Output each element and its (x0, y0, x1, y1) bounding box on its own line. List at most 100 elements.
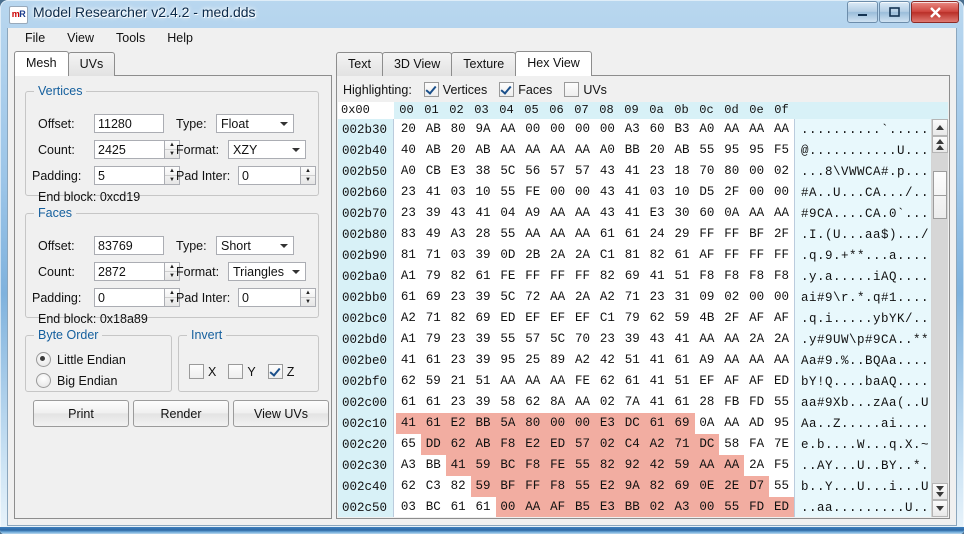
hex-byte[interactable]: FF (545, 266, 570, 287)
hex-byte[interactable]: 2E (719, 476, 744, 497)
menu-file[interactable]: File (14, 29, 56, 48)
hex-byte[interactable]: F5 (769, 140, 794, 161)
faces-padinter-spin-buttons[interactable]: ▲▼ (300, 288, 316, 307)
scrollbar-track[interactable] (932, 153, 948, 483)
hex-byte[interactable]: BB (620, 140, 645, 161)
hex-byte[interactable]: AD (744, 413, 769, 434)
hex-row[interactable]: 41612339952589A242514161A9AAAAAA (394, 350, 794, 371)
hex-byte[interactable]: 58 (719, 434, 744, 455)
hex-row[interactable]: 616923395C72AA2AA271233109020000 (394, 287, 794, 308)
hex-byte[interactable]: A2 (570, 350, 595, 371)
hex-byte[interactable]: 42 (645, 455, 670, 476)
faces-offset-input[interactable] (94, 236, 164, 255)
hex-byte[interactable]: 5C (545, 329, 570, 350)
hex-byte[interactable]: 59 (471, 476, 496, 497)
hex-byte[interactable]: F8 (769, 266, 794, 287)
hex-byte[interactable]: 04 (496, 203, 521, 224)
hex-byte[interactable]: F5 (769, 455, 794, 476)
hex-byte[interactable]: 61 (396, 392, 421, 413)
hex-byte[interactable]: FF (570, 266, 595, 287)
hex-byte[interactable]: 8A (545, 392, 570, 413)
tab-3d-view[interactable]: 3D View (382, 52, 452, 76)
hex-byte[interactable]: AF (744, 371, 769, 392)
hex-byte[interactable]: AA (695, 329, 720, 350)
hex-byte[interactable]: 2F (769, 224, 794, 245)
hex-byte[interactable]: 60 (645, 119, 670, 140)
checkbox-invert-z[interactable]: Z (268, 364, 295, 379)
menu-tools[interactable]: Tools (105, 29, 156, 48)
hex-byte[interactable]: 23 (446, 350, 471, 371)
hex-byte[interactable]: 42 (595, 350, 620, 371)
hex-byte[interactable]: AA (719, 329, 744, 350)
hex-byte[interactable]: 30 (670, 203, 695, 224)
hex-row[interactable]: 817103390D2B2A2AC1818261AFFFFFFF (394, 245, 794, 266)
hex-byte[interactable]: 41 (645, 350, 670, 371)
hex-byte[interactable]: C1 (595, 245, 620, 266)
hex-byte[interactable]: FA (744, 434, 769, 455)
hex-byte[interactable]: F8 (520, 455, 545, 476)
hex-byte[interactable]: B5 (570, 497, 595, 517)
hex-byte[interactable]: FE (545, 455, 570, 476)
hex-byte[interactable]: EF (695, 371, 720, 392)
hex-byte[interactable]: AA (496, 119, 521, 140)
hex-byte[interactable]: 80 (719, 161, 744, 182)
hex-byte[interactable]: F8 (695, 266, 720, 287)
hex-byte[interactable]: 0E (695, 476, 720, 497)
hex-byte[interactable]: 9A (620, 476, 645, 497)
hex-byte[interactable]: C1 (595, 308, 620, 329)
hex-byte[interactable]: 55 (496, 182, 521, 203)
hex-byte[interactable]: 69 (670, 476, 695, 497)
hex-byte[interactable]: DD (421, 434, 446, 455)
hex-byte[interactable]: 49 (421, 224, 446, 245)
hex-byte[interactable]: E2 (595, 476, 620, 497)
hex-byte[interactable]: AA (719, 455, 744, 476)
hex-byte[interactable]: FF (695, 224, 720, 245)
hex-byte[interactable]: FF (744, 245, 769, 266)
hex-byte[interactable]: 65 (396, 434, 421, 455)
hex-byte[interactable]: 41 (645, 266, 670, 287)
hex-byte[interactable]: 43 (595, 182, 620, 203)
hex-byte[interactable]: B3 (670, 119, 695, 140)
hex-byte[interactable]: FF (520, 266, 545, 287)
hex-byte[interactable]: FF (520, 476, 545, 497)
hex-row[interactable]: 62592151AAAAAAFE62614151EFAFAFED (394, 371, 794, 392)
hex-byte[interactable]: 57 (570, 161, 595, 182)
radio-little-endian[interactable]: Little Endian (36, 352, 126, 367)
hex-byte[interactable]: 09 (695, 287, 720, 308)
hex-byte[interactable]: AA (520, 224, 545, 245)
hex-byte[interactable]: FD (744, 392, 769, 413)
faces-padding-input[interactable] (94, 288, 164, 307)
hex-byte[interactable]: 20 (446, 140, 471, 161)
hex-vertical-scrollbar[interactable] (931, 119, 948, 517)
hex-byte[interactable]: EF (520, 308, 545, 329)
hex-byte[interactable]: F8 (496, 434, 521, 455)
hex-byte[interactable]: 2F (719, 308, 744, 329)
hex-byte[interactable]: 0D (496, 245, 521, 266)
hex-byte[interactable]: 55 (570, 476, 595, 497)
hex-byte[interactable]: 23 (595, 329, 620, 350)
hex-byte[interactable]: 31 (670, 287, 695, 308)
spin-up-icon[interactable]: ▲ (301, 289, 315, 298)
hex-byte[interactable]: 59 (421, 371, 446, 392)
hex-byte[interactable]: 81 (620, 245, 645, 266)
tab-mesh[interactable]: Mesh (14, 51, 69, 76)
hex-byte[interactable]: 00 (744, 161, 769, 182)
hex-byte[interactable]: 2A (545, 245, 570, 266)
hex-byte[interactable]: 23 (396, 203, 421, 224)
hex-byte[interactable]: 41 (620, 161, 645, 182)
hex-byte[interactable]: AA (719, 413, 744, 434)
hex-byte[interactable]: 55 (769, 392, 794, 413)
hex-byte[interactable]: 72 (520, 287, 545, 308)
hex-byte[interactable]: 55 (769, 476, 794, 497)
hex-byte[interactable]: 00 (545, 119, 570, 140)
hex-byte[interactable]: 41 (396, 350, 421, 371)
hex-byte[interactable]: 61 (421, 350, 446, 371)
vertices-padinter-stepper[interactable]: ▲▼ (238, 166, 316, 185)
hex-byte[interactable]: 71 (421, 245, 446, 266)
hex-byte[interactable]: AA (744, 350, 769, 371)
hex-byte[interactable]: 10 (471, 182, 496, 203)
spin-down-icon[interactable]: ▼ (301, 298, 315, 306)
hex-byte[interactable]: 59 (471, 455, 496, 476)
hex-byte[interactable]: 18 (670, 161, 695, 182)
hex-byte[interactable]: 7E (769, 434, 794, 455)
